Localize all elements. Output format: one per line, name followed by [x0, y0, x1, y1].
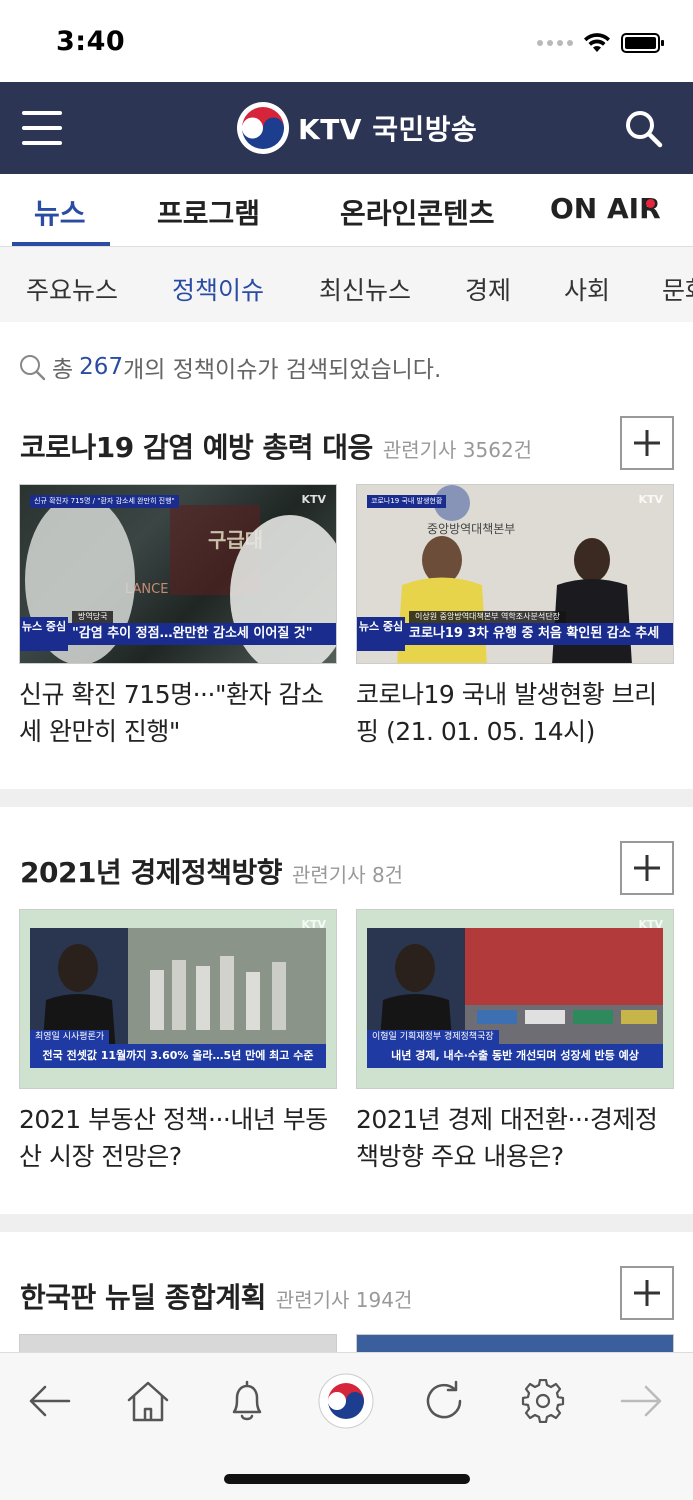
news-card[interactable]: KTV 이형일 기획재정부 경제정책국장 내년 경제, 내수·수출 동반 개선되… [356, 909, 674, 1175]
status-bar: 3:40 [0, 0, 693, 82]
section-header: 코로나19 감염 예방 총력 대응 관련기사 3562건 [20, 426, 532, 466]
tab-on-air[interactable]: ON AIR [550, 192, 661, 225]
section-header: 한국판 뉴딜 종합계획 관련기사 194건 [20, 1276, 412, 1316]
bell-icon[interactable] [219, 1373, 275, 1429]
news-thumbnail: 중앙방역대책본부 코로나19 국내 발생현황 KTV 이상원 중앙방역대책본부 … [356, 484, 674, 664]
ktv-emblem-icon[interactable] [318, 1373, 374, 1429]
search-result-summary: 총 267 개의 정책이슈가 검색되었습니다. [18, 350, 441, 384]
news-card[interactable]: 구급대 LANCE 신규 확진자 715명 / "환자 감소세 완만히 진행" … [19, 484, 337, 750]
result-prefix: 총 [52, 357, 74, 383]
thumbnail-corner-label: 코로나19 국내 발생현황 [367, 495, 447, 508]
section-more-button[interactable] [620, 416, 674, 470]
section-divider [0, 1214, 693, 1232]
ktv-watermark: KTV [301, 918, 326, 931]
sub-tabs: 주요뉴스 정책이슈 최신뉴스 경제 사회 문화 [0, 247, 693, 322]
news-caption[interactable]: 2021년 경제 대전환···경제정책방향 주요 내용은? [356, 1101, 674, 1175]
app-header: KTV 국민방송 [0, 82, 693, 174]
thumbnail-speaker: 최영일 시사평론가 [30, 1030, 110, 1044]
ktv-logo[interactable]: KTV 국민방송 [236, 100, 477, 156]
thumbnail-ticker: 내년 경제, 내수·수출 동반 개선되며 성장세 반등 예상 [367, 1044, 663, 1068]
thumbnail-corner-label: 신규 확진자 715명 / "환자 감소세 완만히 진행" [30, 495, 179, 508]
onair-live-dot [646, 199, 655, 208]
subtab-society[interactable]: 사회 [564, 271, 610, 307]
section-count: 관련기사 194건 [275, 1288, 413, 1312]
section-divider [0, 789, 693, 807]
home-indicator [224, 1474, 470, 1484]
news-thumbnail: KTV 이형일 기획재정부 경제정책국장 내년 경제, 내수·수출 동반 개선되… [356, 909, 674, 1089]
section-more-button[interactable] [620, 1266, 674, 1320]
tab-online-content[interactable]: 온라인콘텐츠 [340, 192, 495, 232]
section-count: 관련기사 3562건 [382, 438, 533, 462]
section-title: 한국판 뉴딜 종합계획 [20, 1281, 266, 1314]
thumbnail-ticker: 전국 전셋값 11월까지 3.60% 올라…5년 만에 최고 수준 [30, 1044, 326, 1068]
news-card[interactable]: KTV 최영일 시사평론가 전국 전셋값 11월까지 3.60% 올라…5년 만… [19, 909, 337, 1175]
back-arrow-icon[interactable] [21, 1373, 77, 1429]
ktv-watermark: KTV [301, 493, 326, 506]
ktv-watermark: KTV [638, 918, 663, 931]
ktv-watermark: KTV [638, 493, 663, 506]
svg-text:중앙방역대책본부: 중앙방역대책본부 [427, 521, 515, 536]
thumbnail-speaker: 이형일 기획재정부 경제정책국장 [367, 1030, 499, 1044]
subtab-main-news[interactable]: 주요뉴스 [26, 271, 118, 307]
search-icon[interactable] [623, 108, 663, 148]
status-icons [537, 30, 665, 56]
subtab-latest-news[interactable]: 최신뉴스 [319, 271, 411, 307]
news-thumbnail: 구급대 LANCE 신규 확진자 715명 / "환자 감소세 완만히 진행" … [19, 484, 337, 664]
news-thumbnail: KTV 최영일 시사평론가 전국 전셋값 11월까지 3.60% 올라…5년 만… [19, 909, 337, 1089]
menu-icon[interactable] [22, 108, 62, 148]
thumbnail-news-badge: 뉴스 중심 [20, 617, 68, 651]
section-title: 코로나19 감염 예방 총력 대응 [20, 431, 373, 464]
search-icon [20, 355, 46, 381]
refresh-icon[interactable] [416, 1373, 472, 1429]
subtab-policy-issue[interactable]: 정책이슈 [172, 271, 264, 307]
battery-icon [621, 33, 664, 53]
result-suffix: 개의 정책이슈가 검색되었습니다. [123, 357, 442, 383]
subtab-economy[interactable]: 경제 [465, 271, 511, 307]
active-tab-indicator [12, 242, 110, 246]
thumbnail-news-badge: 뉴스 중심 [357, 617, 405, 651]
subtab-culture[interactable]: 문화 [662, 271, 693, 307]
ktv-emblem-icon [237, 102, 289, 154]
status-time: 3:40 [56, 26, 126, 57]
section-header: 2021년 경제정책방향 관련기사 8건 [20, 851, 403, 891]
news-caption[interactable]: 2021 부동산 정책···내년 부동산 시장 전망은? [19, 1101, 337, 1175]
news-card[interactable]: 중앙방역대책본부 코로나19 국내 발생현황 KTV 이상원 중앙방역대책본부 … [356, 484, 674, 750]
home-icon[interactable] [120, 1373, 176, 1429]
wifi-icon [584, 33, 610, 52]
news-caption[interactable]: 신규 확진 715명···"환자 감소세 완만히 진행" [19, 676, 337, 750]
result-count: 267 [79, 354, 124, 380]
tab-program[interactable]: 프로그램 [157, 192, 260, 232]
forward-arrow-icon[interactable] [614, 1373, 670, 1429]
news-caption[interactable]: 코로나19 국내 발생현황 브리핑 (21. 01. 05. 14시) [356, 676, 674, 750]
thumbnail-speaker: 이상원 중앙방역대책본부 역학조사분석단장 [409, 611, 566, 623]
main-tabs: 뉴스 프로그램 온라인콘텐츠 ON AIR [0, 174, 693, 247]
signal-icon [537, 40, 573, 46]
logo-text: KTV 국민방송 [298, 113, 478, 146]
section-count: 관련기사 8건 [292, 863, 404, 887]
tab-news[interactable]: 뉴스 [34, 192, 86, 232]
settings-icon[interactable] [515, 1373, 571, 1429]
section-title: 2021년 경제정책방향 [20, 856, 283, 889]
section-more-button[interactable] [620, 841, 674, 895]
thumbnail-speaker: 방역당국 [72, 611, 114, 623]
